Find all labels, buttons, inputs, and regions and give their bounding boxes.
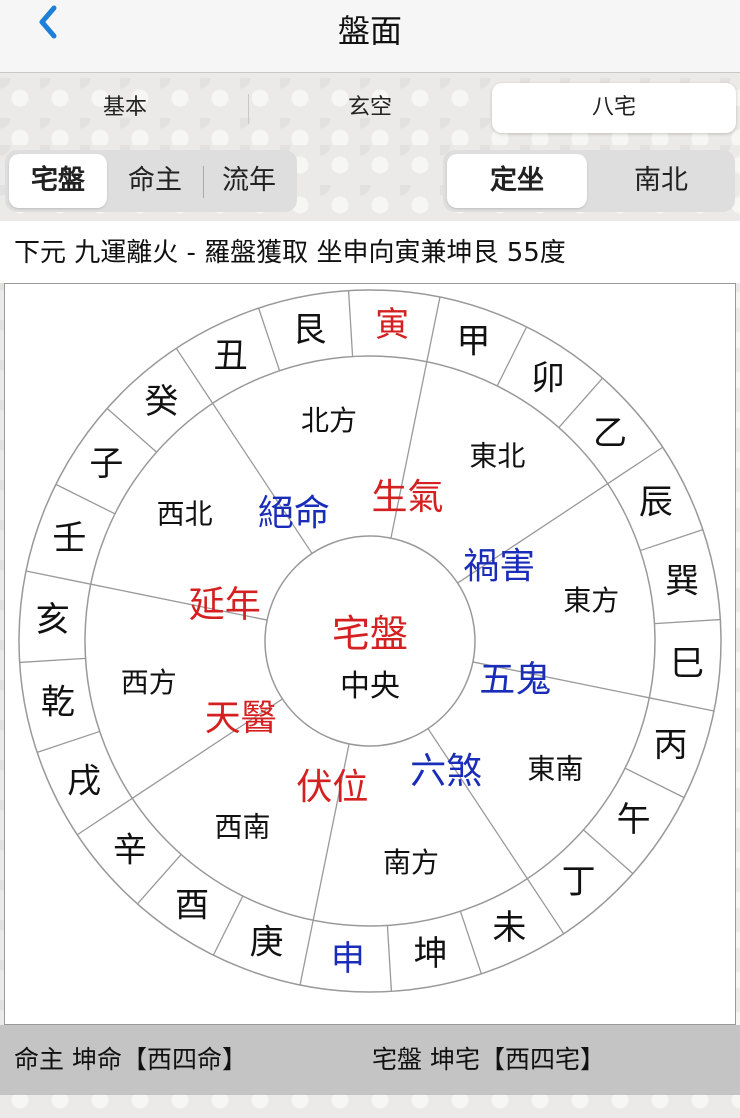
footer-house: 宅盤 坤宅【西四宅】: [372, 1045, 605, 1074]
mountain-label: 巳: [670, 644, 704, 684]
sector-star: 禍害: [463, 546, 535, 587]
option-owner[interactable]: 命主: [109, 154, 201, 208]
footer-owner: 命主 坤命【西四命】: [14, 1045, 247, 1074]
mountain-label: 戌: [67, 761, 101, 801]
sector-direction: 西北: [157, 498, 213, 531]
tab-divider: [248, 94, 249, 124]
mountain-label: 辰: [639, 483, 673, 523]
mountain-label: 乾: [41, 683, 75, 723]
mountain-label: 乙: [593, 413, 627, 453]
sector-direction: 西南: [215, 810, 271, 843]
top-segmented-control: 基本 玄空 八宅: [0, 78, 740, 140]
option-annual[interactable]: 流年: [205, 154, 293, 208]
tab-basic[interactable]: 基本: [10, 83, 240, 133]
orientation-selector: 定坐 南北: [443, 150, 735, 212]
sector-star: 伏位: [296, 767, 368, 808]
info-line: 下元 九運離火 - 羅盤獲取 坐申向寅兼坤艮 55度: [0, 221, 740, 283]
sector-star: 五鬼: [479, 660, 551, 701]
pill-divider: [203, 166, 204, 198]
sector-direction: 西方: [121, 666, 177, 699]
sector-star: 延年: [189, 584, 261, 625]
sector-direction: 南方: [383, 846, 439, 879]
sector-direction: 東南: [527, 752, 583, 785]
bazhai-chart: 寅 甲卯乙辰巽巳丙午丁未坤 申 庚酉辛戌乾 亥 壬子癸丑 艮東方 禍害東南 五鬼南方 六煞西南 伏位…: [4, 283, 736, 1025]
sector-star: 六煞: [410, 751, 482, 792]
mountain-label: 巽: [665, 561, 699, 601]
sector-star: 絕命: [258, 493, 330, 534]
chart-svg: 寅 甲卯乙辰巽巳丙午丁未坤 申 庚酉辛戌乾 亥 壬子癸丑 艮東方禍害東南 五鬼南方 六煞西南伏位…: [18, 289, 722, 993]
mountain-label: 未: [492, 908, 526, 948]
mountain-label: 申: [331, 939, 365, 979]
option-fixed-sitting[interactable]: 定坐: [447, 154, 587, 208]
sector-direction: 北方: [301, 404, 357, 437]
mountain-label: 丙: [654, 726, 688, 766]
mountain-label: 丁: [562, 862, 596, 902]
mountain-label: 子: [89, 444, 123, 484]
nav-bar: 盤面: [0, 0, 740, 73]
option-house-chart[interactable]: 宅盤: [9, 154, 107, 208]
mountain-label: 寅: [375, 305, 409, 345]
sector-star: 生氣: [372, 477, 444, 518]
mountain-label: 庚: [249, 923, 283, 963]
sector-star: 天醫: [205, 698, 277, 739]
mode-controls: 宅盤 命主 流年 定坐 南北: [0, 145, 740, 221]
mountain-label: 丑: [214, 336, 248, 376]
sector-direction: 東北: [469, 440, 525, 473]
tab-bazhai[interactable]: 八宅: [492, 83, 736, 133]
mountain-label: 艮: [292, 310, 326, 350]
mountain-label: 壬: [52, 518, 86, 558]
option-south-north[interactable]: 南北: [591, 154, 731, 208]
center-title: 宅盤: [332, 612, 408, 656]
center-subtitle: 中央: [340, 669, 400, 704]
sector-direction: 東方: [563, 584, 619, 617]
mountain-label: 酉: [175, 886, 209, 926]
tab-xuankong[interactable]: 玄空: [255, 83, 485, 133]
mountain-label: 癸: [144, 382, 178, 422]
mountain-label: 甲: [457, 321, 491, 361]
chart-type-selector: 宅盤 命主 流年: [5, 150, 297, 212]
mountain-label: 辛: [113, 831, 147, 871]
mountain-label: 午: [617, 800, 651, 840]
mountain-label: 坤: [414, 934, 448, 974]
mountain-label: 亥: [36, 600, 70, 640]
mountain-label: 卯: [531, 358, 565, 398]
page-title: 盤面: [337, 12, 402, 50]
footer-bar: 命主 坤命【西四命】 宅盤 坤宅【西四宅】: [0, 1025, 740, 1095]
